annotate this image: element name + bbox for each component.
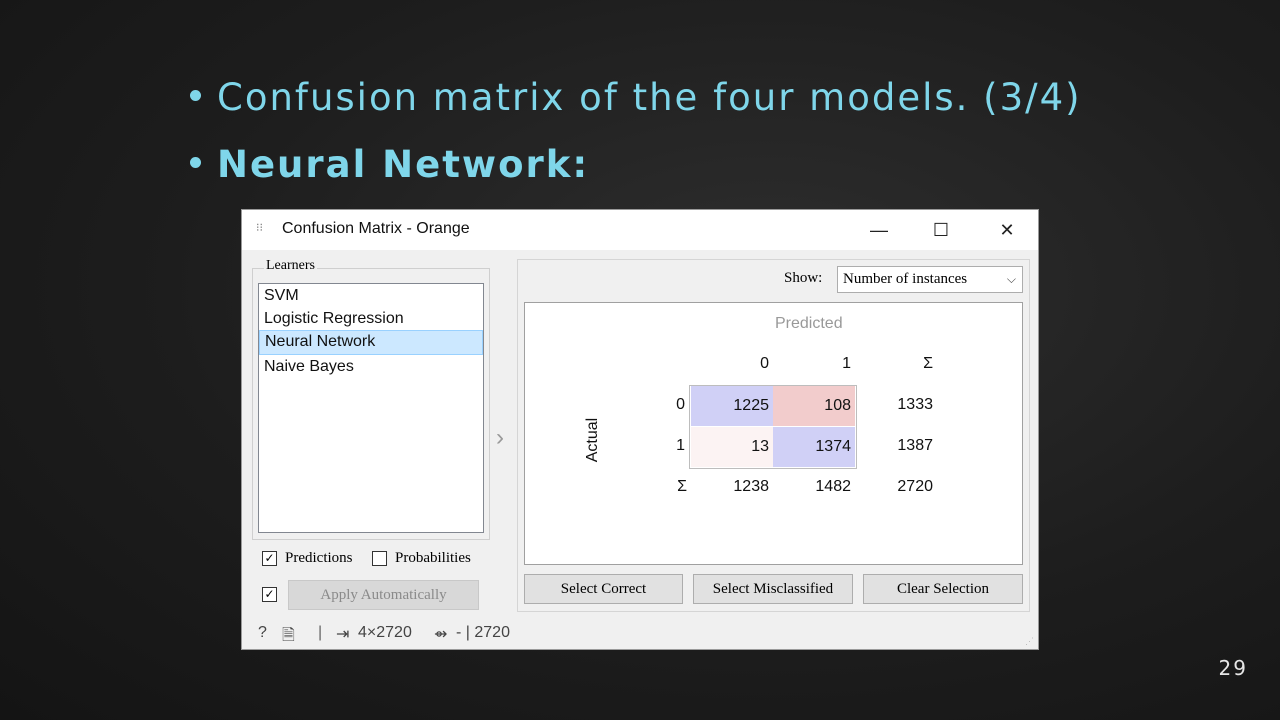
learner-item-svm[interactable]: SVM — [259, 284, 483, 307]
report-icon[interactable]: 🗎 — [282, 624, 295, 651]
bullet-text: Confusion matrix of the four models. (3/… — [217, 76, 1082, 119]
col-header-sum: Σ — [923, 355, 933, 372]
title-bar[interactable]: ⁝⁝ Confusion Matrix - Orange — ☐ ✕ — [242, 210, 1038, 250]
input-icon: ⇥ — [336, 626, 350, 643]
output-summary: - | 2720 — [456, 624, 510, 641]
matrix-cell-1-0[interactable]: 13 — [691, 427, 773, 467]
probabilities-checkbox[interactable] — [372, 551, 387, 566]
bullet-confusion-matrix: Confusion matrix of the four models. (3/… — [190, 76, 1082, 119]
bullet-text: Neural Network: — [217, 143, 590, 186]
status-divider: | — [318, 624, 323, 641]
actual-axis-label: Actual — [584, 417, 601, 463]
learner-item-logistic-regression[interactable]: Logistic Regression — [259, 307, 483, 330]
bullet-dot — [190, 157, 201, 168]
probabilities-label[interactable]: Probabilities — [395, 550, 471, 567]
apply-automatically-checkbox[interactable]: ✓ — [262, 587, 277, 602]
matrix-cell-0-0[interactable]: 1225 — [691, 386, 773, 426]
close-button[interactable]: ✕ — [984, 210, 1030, 250]
matrix-cell-0-1[interactable]: 108 — [773, 386, 855, 426]
predictions-label[interactable]: Predictions — [285, 550, 353, 567]
window-title: Confusion Matrix - Orange — [282, 220, 470, 237]
chevron-down-icon: ⌵ — [1006, 272, 1016, 286]
help-icon[interactable]: ? — [258, 624, 267, 642]
row-sum-1: 1387 — [897, 437, 933, 454]
learner-item-neural-network[interactable]: Neural Network — [259, 330, 483, 355]
orange-app-icon: ⁝⁝ — [256, 222, 263, 234]
col-sum-0: 1238 — [733, 478, 769, 495]
bullet-dot — [190, 90, 201, 101]
confusion-matrix-view: Predicted Actual 0 1 Σ 0 1 Σ 1225 108 13… — [524, 302, 1023, 565]
minimize-button[interactable]: — — [856, 210, 902, 250]
row-header-1: 1 — [676, 437, 685, 454]
expand-arrow-icon[interactable]: › — [496, 424, 504, 452]
predicted-axis-label: Predicted — [775, 315, 843, 332]
bullet-neural-network: Neural Network: — [190, 143, 589, 186]
col-header-0: 0 — [760, 355, 769, 372]
row-header-sum: Σ — [677, 478, 687, 495]
maximize-button[interactable]: ☐ — [918, 210, 964, 250]
resize-grip-icon[interactable]: ⋰ — [1025, 636, 1034, 647]
learners-list[interactable]: SVM Logistic Regression Neural Network N… — [258, 283, 484, 533]
row-header-0: 0 — [676, 396, 685, 413]
show-select[interactable]: Number of instances ⌵ — [837, 266, 1023, 293]
col-header-1: 1 — [842, 355, 851, 372]
learners-group-title: Learners — [264, 258, 317, 274]
show-label: Show: — [784, 270, 823, 286]
input-summary: 4×2720 — [358, 624, 412, 641]
output-icon: ⇴ — [434, 626, 448, 643]
total-sum: 2720 — [897, 478, 933, 495]
row-sum-0: 1333 — [897, 396, 933, 413]
clear-selection-button[interactable]: Clear Selection — [863, 574, 1023, 604]
learner-item-naive-bayes[interactable]: Naive Bayes — [259, 355, 483, 378]
select-correct-button[interactable]: Select Correct — [524, 574, 683, 604]
apply-button[interactable]: Apply Automatically — [288, 580, 479, 610]
select-misclassified-button[interactable]: Select Misclassified — [693, 574, 853, 604]
col-sum-1: 1482 — [815, 478, 851, 495]
predictions-checkbox[interactable]: ✓ — [262, 551, 277, 566]
confusion-matrix-window: ⁝⁝ Confusion Matrix - Orange — ☐ ✕ Learn… — [241, 209, 1039, 650]
show-select-value: Number of instances — [843, 271, 968, 287]
slide-number: 29 — [1218, 656, 1248, 680]
matrix-cell-1-1[interactable]: 1374 — [773, 427, 855, 467]
